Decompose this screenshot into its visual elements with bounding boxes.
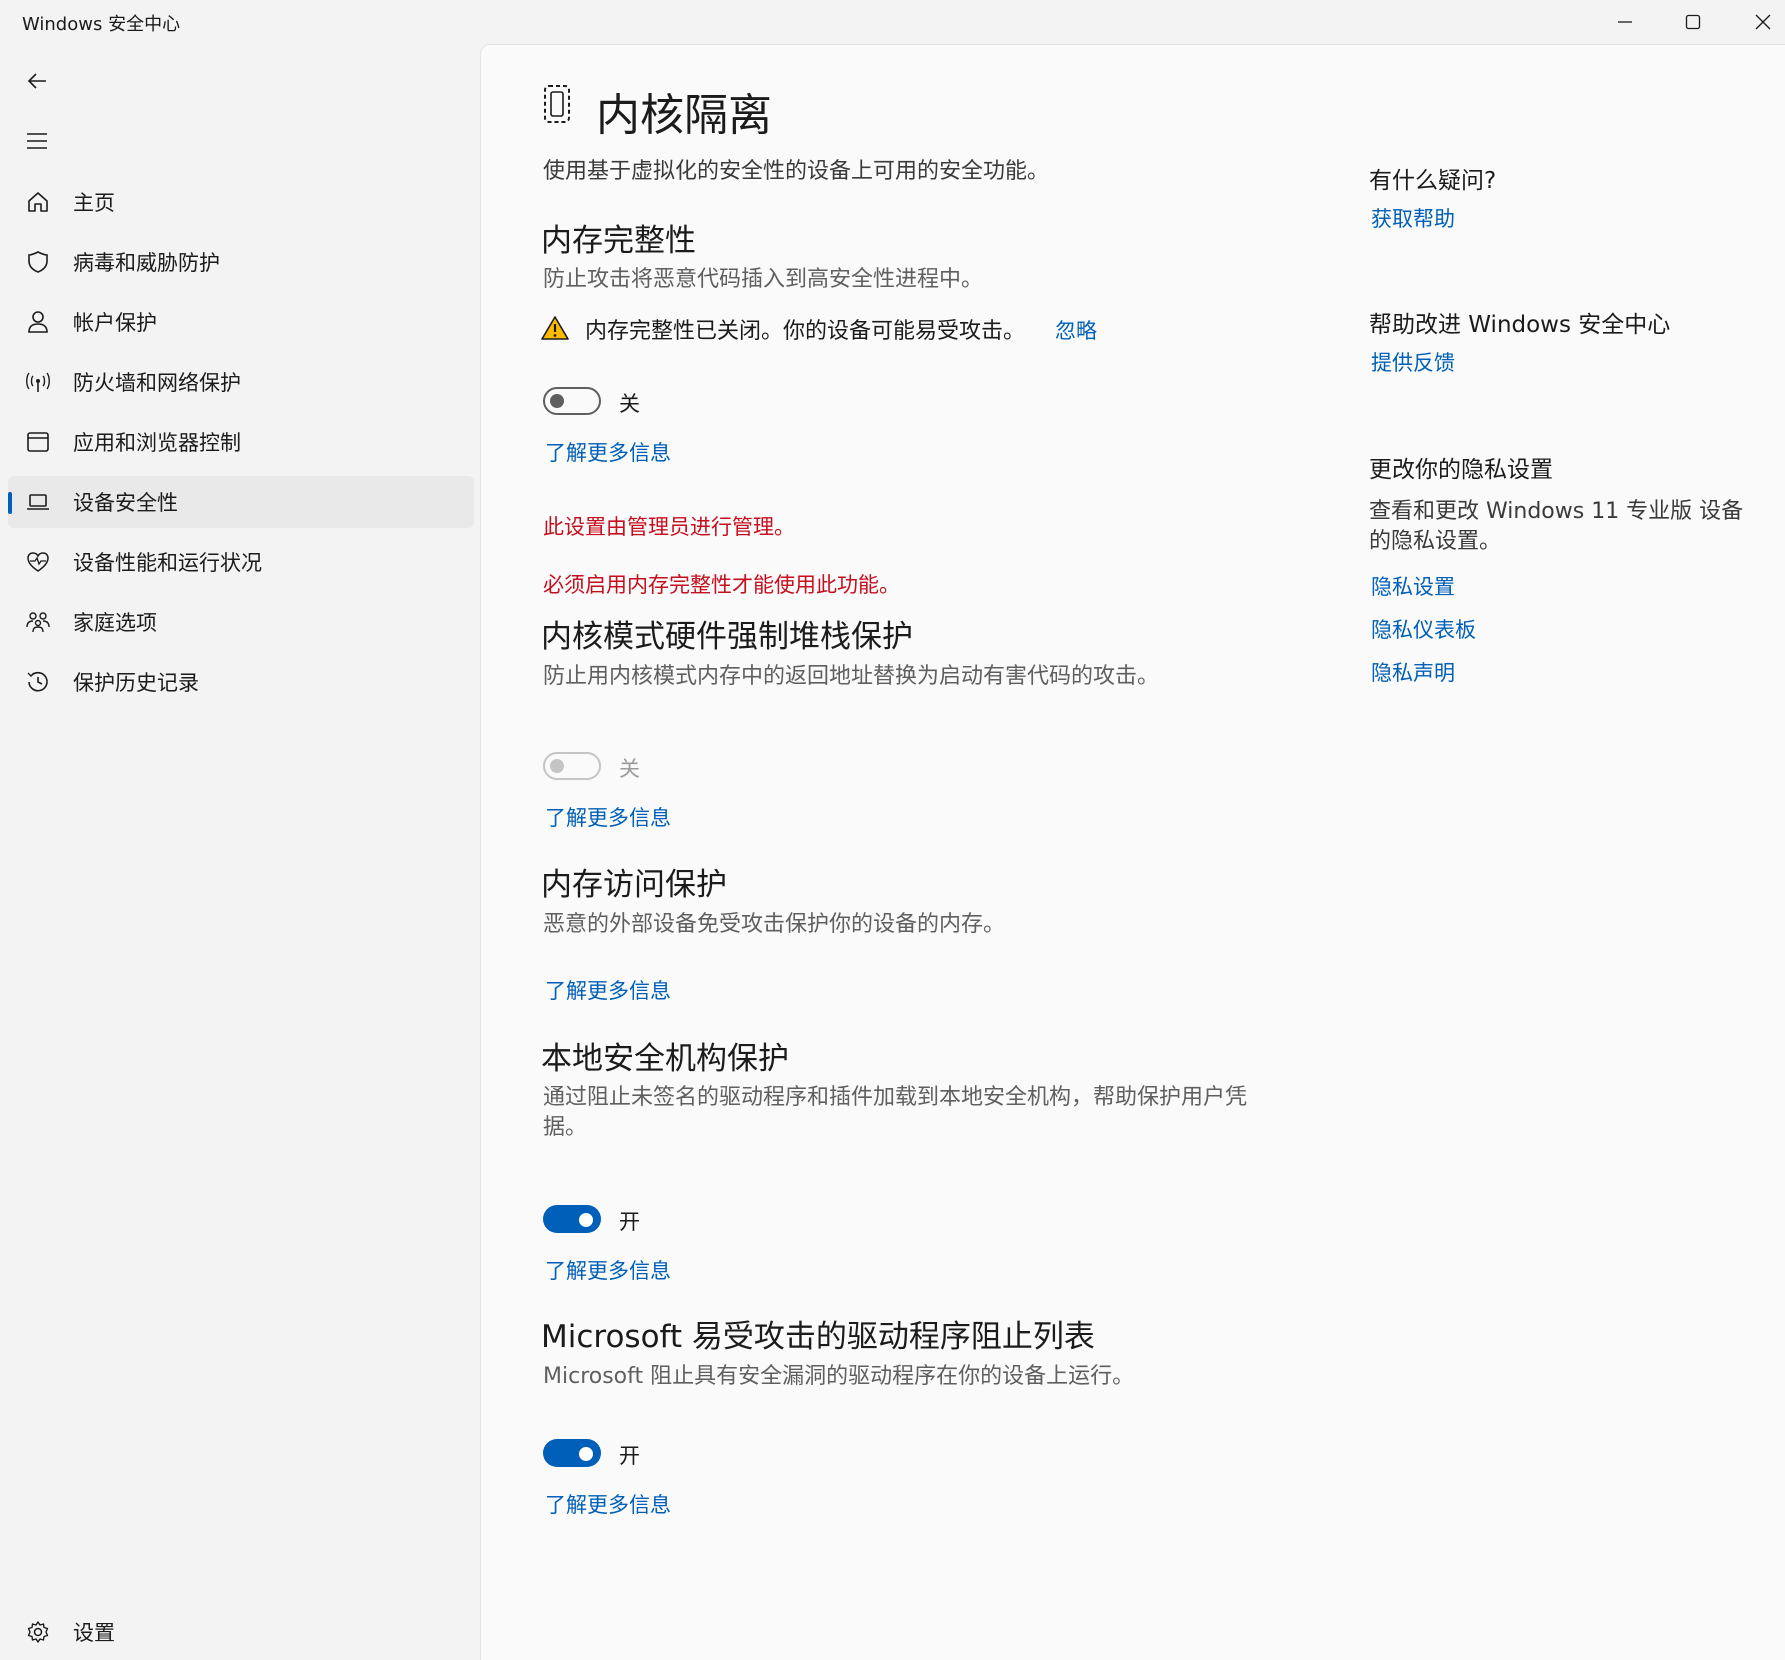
hamburger-icon [27,133,47,149]
sidebar-item-firewall[interactable]: 防火墙和网络保护 [8,356,474,408]
improve-heading: 帮助改进 Windows 安全中心 [1369,312,1671,338]
sidebar-item-label: 设置 [73,1621,115,1645]
laptop-icon [27,494,49,510]
selection-indicator [8,492,12,514]
sidebar-item-settings[interactable]: 设置 [8,1606,474,1658]
back-button[interactable] [18,62,56,100]
requirement-notice: 必须启用内存完整性才能使用此功能。 [543,573,900,597]
sidebar-item-account-protection[interactable]: 帐户保护 [8,296,474,348]
lsa-protection-title: 本地安全机构保护 [541,1041,789,1077]
core-isolation-chip-icon [544,85,570,123]
memory-access-protection-description: 恶意的外部设备免受攻击保护你的设备的内存。 [543,912,1006,937]
privacy-heading: 更改你的隐私设置 [1369,457,1553,483]
toggle-knob [550,394,564,408]
lsa-toggle-label: 开 [619,1210,640,1234]
gear-icon [27,1621,49,1643]
driver-blocklist-description: Microsoft 阻止具有安全漏洞的驱动程序在你的设备上运行。 [543,1364,1135,1389]
wifi-antenna-icon [26,372,50,392]
memory-integrity-description: 防止攻击将恶意代码插入到高安全性进程中。 [543,267,984,292]
minimize-icon [1618,21,1632,23]
feedback-link[interactable]: 提供反馈 [1371,347,1455,377]
kernel-stack-protection-title: 内核模式硬件强制堆栈保护 [541,619,913,655]
sidebar-item-label: 病毒和威胁防护 [73,251,220,275]
sidebar: 主页 病毒和威胁防护 帐户保护 防火墙和网络保护 应用和浏览器控制 设备安全性 … [0,44,480,1660]
privacy-statement-link[interactable]: 隐私声明 [1371,657,1455,687]
home-icon [28,192,48,212]
person-icon [28,311,48,333]
lsa-protection-description-line1: 通过阻止未签名的驱动程序和插件加载到本地安全机构，帮助保护用户凭 [543,1085,1248,1110]
main-content: 内核隔离 使用基于虚拟化的安全性的设备上可用的安全功能。 内存完整性 防止攻击将… [480,44,1785,1660]
page-description: 使用基于虚拟化的安全性的设备上可用的安全功能。 [543,159,1050,184]
heart-pulse-icon [27,552,49,572]
kernel-stack-toggle-label: 关 [619,757,640,781]
get-help-link[interactable]: 获取帮助 [1371,203,1455,233]
dismiss-link[interactable]: 忽略 [1055,315,1097,345]
sidebar-item-device-performance[interactable]: 设备性能和运行状况 [8,536,474,588]
driver-blocklist-title: Microsoft 易受攻击的驱动程序阻止列表 [541,1319,1095,1355]
privacy-dashboard-link[interactable]: 隐私仪表板 [1371,614,1476,644]
driver-blocklist-toggle[interactable] [543,1439,601,1467]
memory-access-learn-more[interactable]: 了解更多信息 [545,975,671,1005]
memory-integrity-toggle[interactable] [543,387,601,415]
lsa-learn-more[interactable]: 了解更多信息 [545,1255,671,1285]
app-window-icon [27,432,49,452]
driver-blocklist-toggle-label: 开 [619,1444,640,1468]
toggle-knob [550,759,564,773]
sidebar-item-device-security[interactable]: 设备安全性 [8,476,474,528]
maximize-icon [1685,14,1701,30]
window-title: Windows 安全中心 [22,14,181,35]
admin-managed-notice: 此设置由管理员进行管理。 [543,515,795,539]
sidebar-item-app-browser[interactable]: 应用和浏览器控制 [8,416,474,468]
sidebar-item-home[interactable]: 主页 [8,176,474,228]
driver-blocklist-learn-more[interactable]: 了解更多信息 [545,1489,671,1519]
shield-icon [28,251,48,273]
lsa-protection-toggle[interactable] [543,1205,601,1233]
lsa-protection-description-line2: 据。 [543,1115,588,1140]
warning-icon [541,316,569,340]
family-icon [26,612,50,633]
sidebar-item-label: 帐户保护 [73,311,157,335]
privacy-settings-link[interactable]: 隐私设置 [1371,571,1455,601]
sidebar-item-virus-protection[interactable]: 病毒和威胁防护 [8,236,474,288]
history-icon [27,671,48,692]
memory-integrity-toggle-label: 关 [619,392,640,416]
memory-integrity-warning: 内存完整性已关闭。你的设备可能易受攻击。 [585,319,1026,344]
close-button[interactable] [1730,0,1785,44]
hamburger-menu-button[interactable] [18,122,56,160]
sidebar-item-label: 应用和浏览器控制 [73,431,241,455]
title-bar: Windows 安全中心 [0,0,1785,44]
sidebar-item-label: 防火墙和网络保护 [73,371,241,395]
back-arrow-icon [27,73,46,89]
kernel-stack-protection-toggle[interactable] [543,752,601,780]
close-icon [1755,14,1771,30]
privacy-description: 查看和更改 Windows 11 专业版 设备的隐私设置。 [1369,499,1744,554]
memory-integrity-learn-more[interactable]: 了解更多信息 [545,437,671,467]
page-title: 内核隔离 [596,90,772,141]
sidebar-item-label: 家庭选项 [73,611,157,635]
sidebar-item-label: 设备性能和运行状况 [73,551,262,575]
minimize-button[interactable] [1592,0,1658,44]
memory-integrity-title: 内存完整性 [541,223,696,259]
sidebar-item-label: 主页 [73,191,115,215]
sidebar-item-family[interactable]: 家庭选项 [8,596,474,648]
maximize-button[interactable] [1660,0,1726,44]
question-heading: 有什么疑问? [1369,168,1497,194]
toggle-knob [579,1213,593,1227]
sidebar-item-label: 保护历史记录 [73,671,199,695]
kernel-stack-protection-description: 防止用内核模式内存中的返回地址替换为启动有害代码的攻击。 [543,664,1160,689]
sidebar-item-label: 设备安全性 [73,491,178,515]
kernel-stack-learn-more[interactable]: 了解更多信息 [545,802,671,832]
memory-access-protection-title: 内存访问保护 [541,867,727,903]
sidebar-item-history[interactable]: 保护历史记录 [8,656,474,708]
toggle-knob [579,1447,593,1461]
